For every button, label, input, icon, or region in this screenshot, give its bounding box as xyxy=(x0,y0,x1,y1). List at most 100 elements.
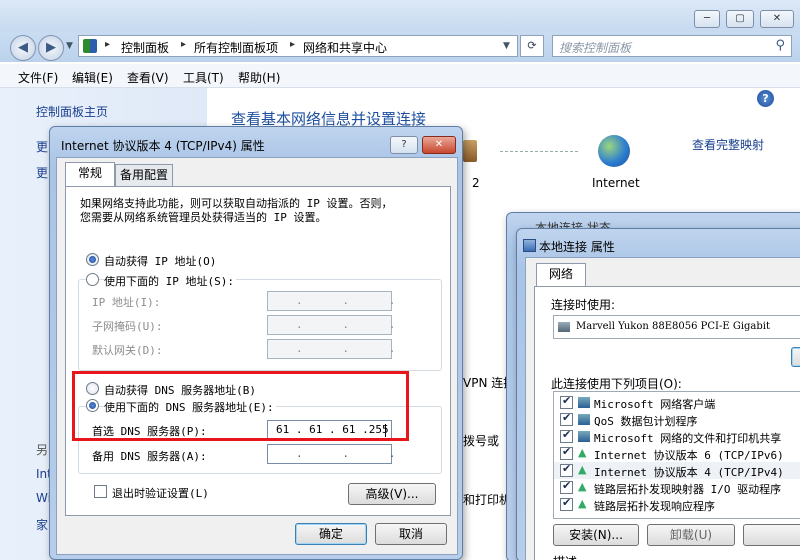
dns-highlight-annotation xyxy=(72,371,409,441)
close-button[interactable]: ✕ xyxy=(760,10,794,28)
see-also-label: 另 xyxy=(36,443,49,457)
breadcrumb-separator-icon[interactable]: ▸ xyxy=(290,39,295,50)
address-bar[interactable]: ▸ 控制面板 ▸ 所有控制面板项 ▸ 网络和共享中心 ▼ xyxy=(78,35,518,57)
breadcrumb-item[interactable]: 网络和共享中心 xyxy=(303,39,387,56)
menu-file[interactable]: 文件(F) xyxy=(18,69,58,86)
list-item[interactable]: Microsoft 网络客户端 xyxy=(554,394,800,411)
item-checkbox[interactable] xyxy=(560,462,573,477)
tab-network[interactable]: 网络 xyxy=(536,263,586,287)
ip-address-placeholder: . . . xyxy=(296,294,396,307)
internet-label: Internet xyxy=(592,176,640,190)
manual-ip-radio[interactable] xyxy=(86,273,99,286)
search-icon[interactable]: ⚲ xyxy=(775,38,785,53)
item-label: Microsoft 网络的文件和打印机共享 xyxy=(594,432,782,445)
advanced-button-label: 高级(V)... xyxy=(365,487,419,501)
configure-button[interactable]: 配 xyxy=(791,347,800,367)
items-label: 此连接使用下列项目(O): xyxy=(551,377,682,391)
item-checkbox[interactable] xyxy=(560,428,573,443)
item-label: QoS 数据包计划程序 xyxy=(594,415,698,428)
list-item[interactable]: ▲ Internet 协议版本 4 (TCP/IPv4) xyxy=(554,462,800,479)
ok-button[interactable]: 确定 xyxy=(295,523,367,545)
item-checkbox[interactable] xyxy=(560,411,573,426)
item-label: Internet 协议版本 4 (TCP/IPv4) xyxy=(594,466,784,479)
item-checkbox[interactable] xyxy=(560,479,573,494)
gateway-field[interactable]: . . . xyxy=(267,339,396,359)
ipv4-properties-dialog: Internet 协议版本 4 (TCP/IPv4) 属性 ? ✕ 常规 备用配… xyxy=(49,126,463,560)
item-label: 链路层拓扑发现映射器 I/O 驱动程序 xyxy=(594,483,782,496)
left-link[interactable]: 更 xyxy=(36,138,48,155)
validate-label[interactable]: 退出时验证设置(L) xyxy=(112,485,209,501)
breadcrumb-item[interactable]: 控制面板 xyxy=(121,39,169,56)
tab-alternate-config[interactable]: 备用配置 xyxy=(115,164,173,186)
search-box[interactable]: 搜索控制面板 ⚲ xyxy=(552,35,792,57)
alternate-dns-field[interactable]: . . . xyxy=(267,444,395,464)
connect-using-label: 连接时使用: xyxy=(551,298,616,312)
history-dropdown-icon[interactable]: ▼ xyxy=(66,41,73,51)
back-icon[interactable]: ◀ xyxy=(10,35,36,61)
close-button[interactable]: ✕ xyxy=(422,136,456,154)
network-tab-panel: 连接时使用: Marvell Yukon 88E8056 PCI-E Gigab… xyxy=(534,286,800,560)
explorer-titlebar: ─ ▢ ✕ xyxy=(0,0,800,32)
tab-general[interactable]: 常规 xyxy=(65,162,115,186)
left-link[interactable]: 家 xyxy=(36,516,48,533)
auto-ip-radio[interactable] xyxy=(86,253,99,266)
network-name-fragment: 2 xyxy=(472,176,480,190)
dialog-body: 常规 备用配置 如果网络支持此功能，则可以获取自动指派的 IP 设置。否则， 您… xyxy=(56,157,458,555)
tab-network-label: 网络 xyxy=(548,267,573,281)
gateway-placeholder: . . . xyxy=(296,342,396,355)
ip-address-label: IP 地址(I): xyxy=(92,296,161,309)
service-icon xyxy=(578,431,590,442)
list-item[interactable]: ▲ 链路层拓扑发现响应程序 xyxy=(554,496,800,513)
local-properties-title: 本地连接 属性 xyxy=(539,240,615,254)
client-icon xyxy=(578,397,590,408)
refresh-icon[interactable]: ⟳ xyxy=(520,35,544,57)
maximize-button[interactable]: ▢ xyxy=(726,10,754,28)
full-map-link[interactable]: 查看完整映射 xyxy=(692,136,764,153)
auto-ip-label[interactable]: 自动获得 IP 地址(O) xyxy=(104,253,216,269)
network-connector-line xyxy=(500,151,578,152)
subnet-mask-placeholder: . . . xyxy=(296,318,396,331)
forward-icon[interactable]: ▶ xyxy=(38,35,64,61)
list-item[interactable]: ▲ Internet 协议版本 6 (TCP/IPv6) xyxy=(554,445,800,462)
list-item[interactable]: ▲ 链路层拓扑发现映射器 I/O 驱动程序 xyxy=(554,479,800,496)
tab-alternate-config-label: 备用配置 xyxy=(119,168,168,182)
install-button-label: 安装(N)... xyxy=(569,528,623,542)
help-icon[interactable]: ? xyxy=(757,90,774,107)
internet-globe-icon xyxy=(598,135,630,167)
manual-ip-label[interactable]: 使用下面的 IP 地址(S): xyxy=(104,273,236,289)
subnet-mask-field[interactable]: . . . xyxy=(267,315,396,335)
cancel-button-label: 取消 xyxy=(398,527,423,541)
properties-button[interactable] xyxy=(743,524,800,546)
breadcrumb-item[interactable]: 所有控制面板项 xyxy=(194,39,278,56)
gateway-label: 默认网关(D): xyxy=(92,344,163,357)
list-item[interactable]: Microsoft 网络的文件和打印机共享 xyxy=(554,428,800,445)
list-item[interactable]: QoS 数据包计划程序 xyxy=(554,411,800,428)
address-dropdown-icon[interactable]: ▼ xyxy=(503,41,510,51)
service-icon xyxy=(578,414,590,425)
menu-view[interactable]: 查看(V) xyxy=(127,69,169,86)
advanced-button[interactable]: 高级(V)... xyxy=(348,483,436,505)
protocol-icon: ▲ xyxy=(578,463,587,476)
menu-edit[interactable]: 编辑(E) xyxy=(72,69,113,86)
menu-tools[interactable]: 工具(T) xyxy=(183,69,224,86)
item-label: 链路层拓扑发现响应程序 xyxy=(594,500,715,513)
breadcrumb-separator-icon[interactable]: ▸ xyxy=(181,39,186,50)
uninstall-button[interactable]: 卸载(U) xyxy=(647,524,735,546)
menu-help[interactable]: 帮助(H) xyxy=(238,69,280,86)
help-button[interactable]: ? xyxy=(390,136,418,154)
minimize-button[interactable]: ─ xyxy=(694,10,720,28)
left-link[interactable]: 更 xyxy=(36,164,48,181)
item-checkbox[interactable] xyxy=(560,496,573,511)
adapter-field: Marvell Yukon 88E8056 PCI-E Gigabit xyxy=(553,315,800,339)
cancel-button[interactable]: 取消 xyxy=(375,523,447,545)
ip-address-field[interactable]: . . . xyxy=(267,291,396,311)
breadcrumb-separator-icon[interactable]: ▸ xyxy=(105,39,110,50)
install-button[interactable]: 安装(N)... xyxy=(553,524,639,546)
item-checkbox[interactable] xyxy=(560,445,573,460)
item-checkbox[interactable] xyxy=(560,394,573,409)
menu-bar: 文件(F) 编辑(E) 查看(V) 工具(T) 帮助(H) xyxy=(0,64,800,88)
subnet-mask-label: 子网掩码(U): xyxy=(92,320,163,333)
local-properties-dialog: 本地连接 属性 网络 连接时使用: Marvell Yukon 88E8056 … xyxy=(516,228,800,560)
control-panel-home-link[interactable]: 控制面板主页 xyxy=(36,103,108,120)
validate-checkbox[interactable] xyxy=(94,485,107,498)
